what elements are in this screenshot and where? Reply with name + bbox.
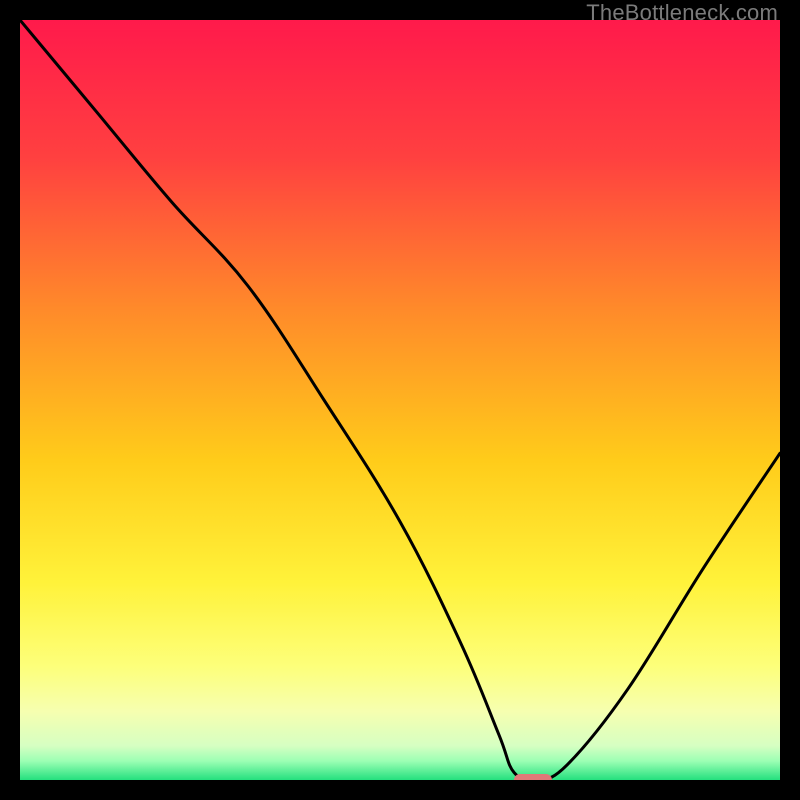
- optimal-marker: [514, 774, 552, 780]
- bottleneck-curve: [20, 20, 780, 780]
- chart-frame: TheBottleneck.com: [0, 0, 800, 800]
- plot-area: [20, 20, 780, 780]
